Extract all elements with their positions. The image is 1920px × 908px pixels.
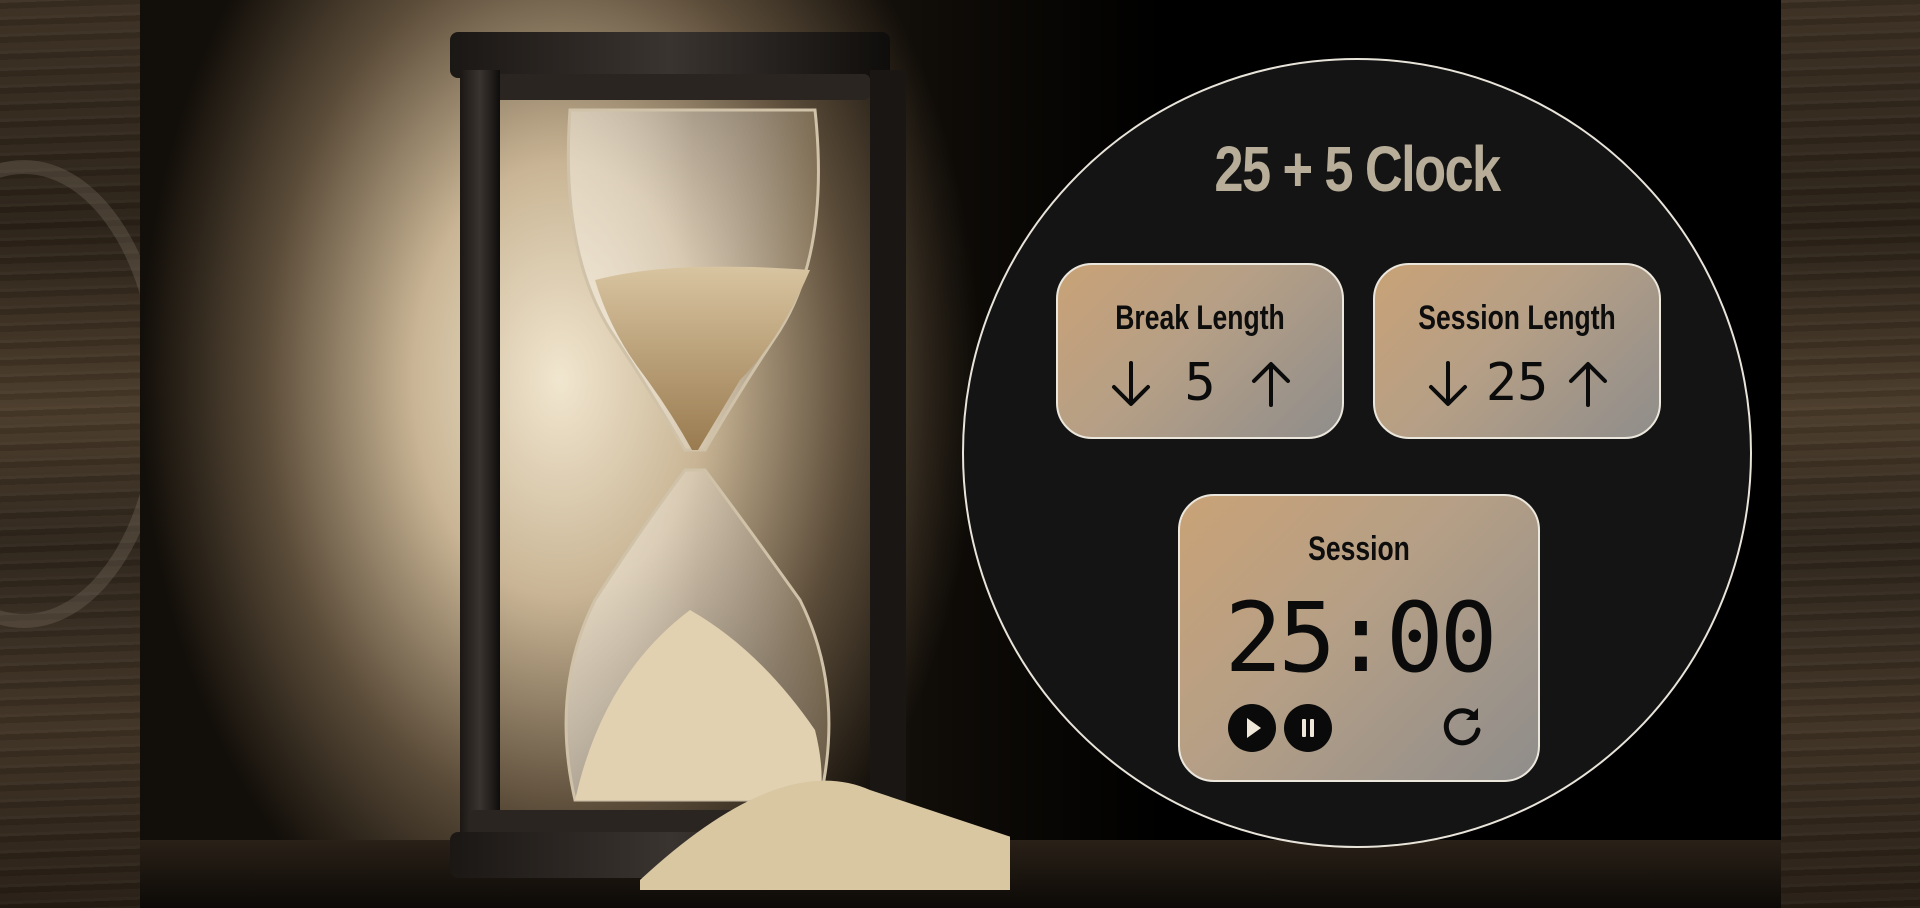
wood-panel-right bbox=[1781, 0, 1920, 908]
wood-panel-left bbox=[0, 0, 140, 908]
time-left-display: 25:00 bbox=[1224, 582, 1498, 694]
break-length-value: 5 bbox=[1184, 353, 1216, 413]
timer-label: Session bbox=[1308, 530, 1410, 568]
reset-button[interactable] bbox=[1438, 702, 1488, 752]
arrow-up-icon bbox=[1252, 362, 1290, 407]
pause-button[interactable] bbox=[1284, 704, 1332, 752]
app-title: 25 + 5 Clock bbox=[1214, 133, 1501, 205]
hourglass-image bbox=[450, 32, 1010, 890]
session-length-value: 25 bbox=[1485, 353, 1549, 413]
session-length-label: Session Length bbox=[1418, 299, 1616, 337]
session-length-card: Session Length 25 bbox=[1373, 263, 1661, 439]
clock-panel: 25 + 5 Clock Break Length 5 Session Leng… bbox=[962, 58, 1752, 848]
reset-icon bbox=[1443, 708, 1481, 746]
break-increment-button[interactable] bbox=[1248, 359, 1294, 409]
play-button[interactable] bbox=[1228, 704, 1276, 752]
pause-icon bbox=[1302, 719, 1314, 737]
break-length-label: Break Length bbox=[1115, 299, 1285, 337]
timer-card: Session 25:00 bbox=[1178, 494, 1540, 782]
session-increment-button[interactable] bbox=[1565, 359, 1611, 409]
break-length-card: Break Length 5 bbox=[1056, 263, 1344, 439]
play-icon bbox=[1247, 718, 1261, 738]
arrow-up-icon bbox=[1569, 362, 1607, 407]
